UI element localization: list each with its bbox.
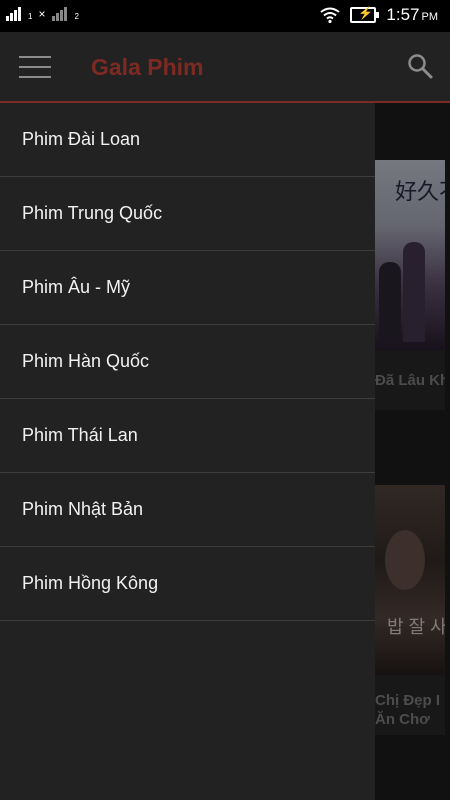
sim1-label: 1 xyxy=(28,12,33,21)
clock-time: 1:57 xyxy=(386,5,420,24)
drawer-item-label: Phim Âu - Mỹ xyxy=(22,277,131,297)
clock-ampm: PM xyxy=(421,11,439,23)
battery-charging-icon: ⚡ xyxy=(350,6,380,23)
signal-2-icon xyxy=(52,7,68,21)
status-right: ⚡ 1:57 PM xyxy=(320,5,438,25)
no-signal-icon: × xyxy=(38,7,46,21)
navigation-drawer: Phim Đài Loan Phim Trung Quốc Phim Âu - … xyxy=(0,103,375,800)
drawer-item-western[interactable]: Phim Âu - Mỹ xyxy=(0,251,375,325)
drawer-item-korea[interactable]: Phim Hàn Quốc xyxy=(0,325,375,399)
drawer-item-label: Phim Hồng Kông xyxy=(22,573,159,593)
app-title: Gala Phim xyxy=(91,54,204,80)
clock: 1:57 PM xyxy=(386,5,438,25)
drawer-item-label: Phim Nhật Bản xyxy=(22,499,144,519)
search-icon[interactable] xyxy=(406,52,434,80)
signal-icon xyxy=(6,7,21,21)
drawer-item-thailand[interactable]: Phim Thái Lan xyxy=(0,399,375,473)
wifi-icon xyxy=(320,7,341,23)
drawer-item-label: Phim Hàn Quốc xyxy=(22,351,150,371)
drawer-item-label: Phim Đài Loan xyxy=(22,129,141,149)
signal-indicators: 1 × 2 xyxy=(6,7,79,21)
sim2-label: 2 xyxy=(74,12,79,21)
app-bar: Gala Phim xyxy=(0,32,450,103)
drawer-item-hongkong[interactable]: Phim Hồng Kông xyxy=(0,547,375,621)
drawer-item-japan[interactable]: Phim Nhật Bản xyxy=(0,473,375,547)
drawer-item-label: Phim Thái Lan xyxy=(22,425,138,445)
drawer-item-china[interactable]: Phim Trung Quốc xyxy=(0,177,375,251)
status-bar: 1 × 2 ⚡ 1:57 PM xyxy=(0,0,450,32)
hamburger-icon[interactable] xyxy=(19,56,51,78)
drawer-item-label: Phim Trung Quốc xyxy=(22,203,163,223)
drawer-item-taiwan[interactable]: Phim Đài Loan xyxy=(0,103,375,177)
